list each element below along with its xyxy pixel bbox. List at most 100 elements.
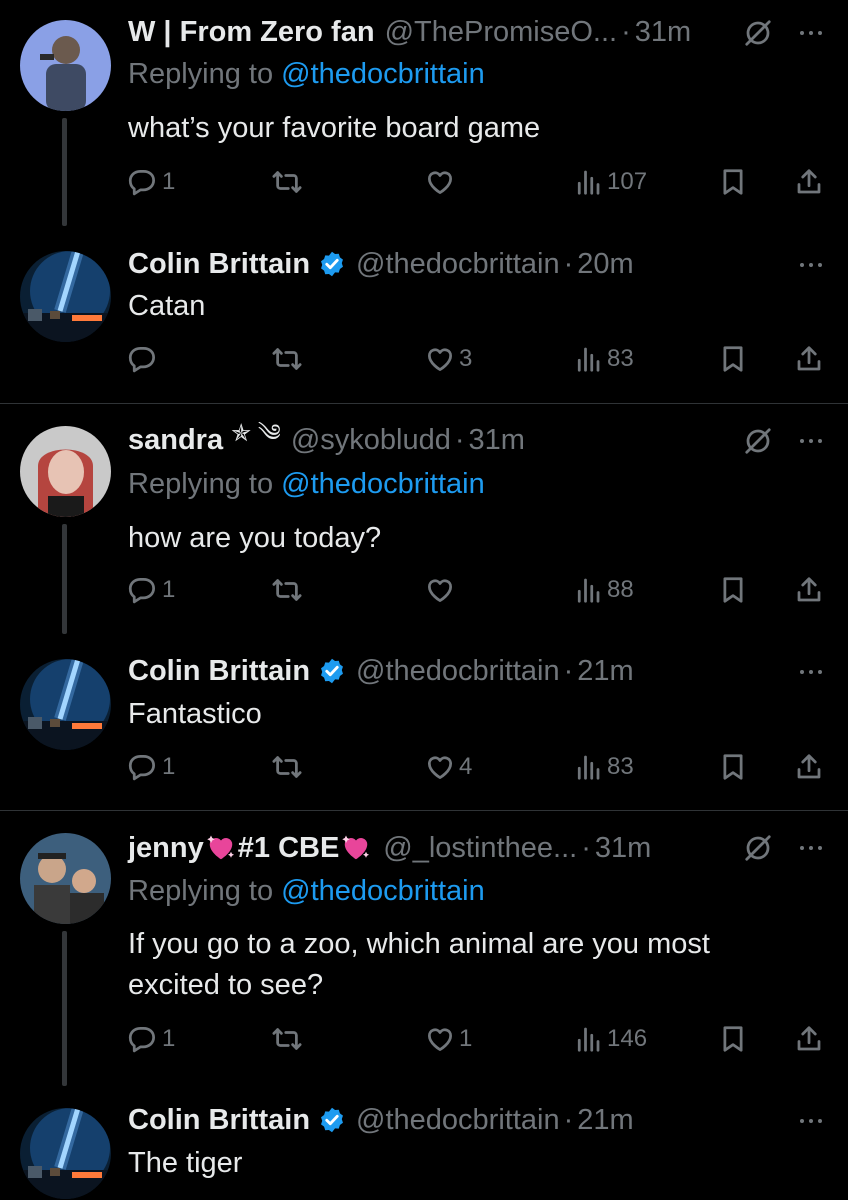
like-button[interactable] xyxy=(425,166,459,198)
author-name[interactable]: jenny xyxy=(128,832,204,865)
separator-dot: · xyxy=(454,423,465,456)
retweet-button[interactable] xyxy=(272,1023,302,1055)
tweet-question-3[interactable]: jenny #1 CBE @_lostinthee... · 31m Reply… xyxy=(0,811,848,1086)
timestamp[interactable]: 21m xyxy=(577,1104,633,1137)
author-handle[interactable]: @_lostinthee... xyxy=(383,832,577,865)
timestamp[interactable]: 31m xyxy=(595,832,651,865)
tweet-text: Catan xyxy=(128,290,206,322)
reply-button[interactable]: 1 xyxy=(128,751,175,783)
avatar[interactable] xyxy=(20,659,111,750)
reply-button[interactable] xyxy=(128,343,162,375)
reply-icon xyxy=(128,1024,158,1054)
author-name[interactable]: W | From Zero fan xyxy=(128,16,375,49)
tweet-text: If you go to a zoo, which animal are you… xyxy=(128,928,710,1001)
share-button[interactable] xyxy=(794,574,824,606)
avatar[interactable] xyxy=(20,1108,111,1199)
share-button[interactable] xyxy=(794,343,824,375)
mention-link[interactable]: @thedocbrittain xyxy=(281,468,485,500)
mention-link[interactable]: @thedocbrittain xyxy=(281,875,485,907)
action-bar: 1 107 xyxy=(128,166,828,198)
retweet-button[interactable] xyxy=(272,343,302,375)
share-button[interactable] xyxy=(794,751,824,783)
more-icon[interactable] xyxy=(798,260,824,270)
bookmark-button[interactable] xyxy=(718,751,748,783)
more-icon[interactable] xyxy=(798,436,824,446)
retweet-button[interactable] xyxy=(272,574,302,606)
timestamp[interactable]: 21m xyxy=(577,655,633,688)
reply-icon xyxy=(128,752,158,782)
bookmark-button[interactable] xyxy=(718,343,748,375)
views-button[interactable]: 146 xyxy=(573,1023,647,1055)
tweet-header: Colin Brittain @thedocbrittain · 20m xyxy=(128,246,848,282)
more-icon[interactable] xyxy=(798,667,824,677)
bookmark-icon xyxy=(718,752,748,782)
like-button[interactable] xyxy=(425,574,459,606)
views-icon xyxy=(573,167,603,197)
tweet-header: W | From Zero fan @ThePromiseO... · 31m xyxy=(128,14,848,50)
view-count: 83 xyxy=(607,753,634,780)
avatar[interactable] xyxy=(20,426,111,517)
avatar[interactable] xyxy=(20,20,111,111)
sparkling-heart-icon xyxy=(341,833,371,863)
more-icon[interactable] xyxy=(798,28,824,38)
views-button[interactable]: 88 xyxy=(573,574,634,606)
author-handle[interactable]: @thedocbrittain xyxy=(356,1104,560,1137)
views-icon xyxy=(573,344,603,374)
separator-dot: · xyxy=(563,1103,574,1136)
share-button[interactable] xyxy=(794,166,824,198)
timestamp[interactable]: 31m xyxy=(635,16,691,49)
author-name[interactable]: sandra xyxy=(128,424,223,457)
author-handle[interactable]: @thedocbrittain xyxy=(356,248,560,281)
views-icon xyxy=(573,1024,603,1054)
bookmark-button[interactable] xyxy=(718,574,748,606)
tweet-question-2[interactable]: sandra ✯ ༄ @sykobludd · 31m Replying to … xyxy=(0,404,848,634)
reply-button[interactable]: 1 xyxy=(128,1023,175,1055)
author-name[interactable]: Colin Brittain xyxy=(128,655,310,688)
avatar[interactable] xyxy=(20,251,111,342)
more-icon[interactable] xyxy=(798,1116,824,1126)
retweet-button[interactable] xyxy=(272,751,302,783)
author-name[interactable]: Colin Brittain xyxy=(128,248,310,281)
reply-button[interactable]: 1 xyxy=(128,166,175,198)
views-button[interactable]: 83 xyxy=(573,343,634,375)
author-name[interactable]: Colin Brittain xyxy=(128,1104,310,1137)
muted-icon[interactable] xyxy=(743,426,773,456)
tweet-text: Fantastico xyxy=(128,698,262,730)
retweet-icon xyxy=(272,752,302,782)
views-button[interactable]: 83 xyxy=(573,751,634,783)
like-icon xyxy=(425,344,455,374)
view-count: 88 xyxy=(607,576,634,603)
timestamp[interactable]: 20m xyxy=(577,248,633,281)
separator-dot: · xyxy=(563,247,574,280)
muted-icon[interactable] xyxy=(743,18,773,48)
like-button[interactable]: 1 xyxy=(425,1023,472,1055)
retweet-button[interactable] xyxy=(272,166,302,198)
reply-button[interactable]: 1 xyxy=(128,574,175,606)
tweet-question-1[interactable]: W | From Zero fan @ThePromiseO... · 31m … xyxy=(0,0,848,226)
author-handle[interactable]: @ThePromiseO... xyxy=(385,16,618,49)
separator-dot: · xyxy=(563,654,574,687)
reply-count: 1 xyxy=(162,576,176,603)
mention-link[interactable]: @thedocbrittain xyxy=(281,58,485,90)
tweet-answer-2[interactable]: Colin Brittain @thedocbrittain · 21m Fan… xyxy=(0,634,848,809)
like-button[interactable]: 3 xyxy=(425,343,472,375)
timestamp[interactable]: 31m xyxy=(469,424,525,457)
tweet-answer-1[interactable]: Colin Brittain @thedocbrittain · 20m Cat… xyxy=(0,225,848,400)
share-button[interactable] xyxy=(794,1023,824,1055)
tweet-header: jenny #1 CBE @_lostinthee... · 31m xyxy=(128,830,848,866)
bookmark-icon xyxy=(718,167,748,197)
bookmark-button[interactable] xyxy=(718,166,748,198)
tweet-answer-3[interactable]: Colin Brittain @thedocbrittain · 21m The… xyxy=(0,1086,848,1200)
avatar[interactable] xyxy=(20,833,111,924)
more-icon[interactable] xyxy=(798,843,824,853)
author-handle[interactable]: @sykobludd xyxy=(291,424,451,457)
muted-icon[interactable] xyxy=(743,833,773,863)
bookmark-button[interactable] xyxy=(718,1023,748,1055)
action-bar: 1 4 83 xyxy=(128,751,828,783)
like-button[interactable]: 4 xyxy=(425,751,472,783)
tweet-header: Colin Brittain @thedocbrittain · 21m xyxy=(128,1102,848,1138)
like-icon xyxy=(425,1024,455,1054)
author-handle[interactable]: @thedocbrittain xyxy=(356,655,560,688)
tweet-header: Colin Brittain @thedocbrittain · 21m xyxy=(128,653,848,689)
views-button[interactable]: 107 xyxy=(573,166,647,198)
